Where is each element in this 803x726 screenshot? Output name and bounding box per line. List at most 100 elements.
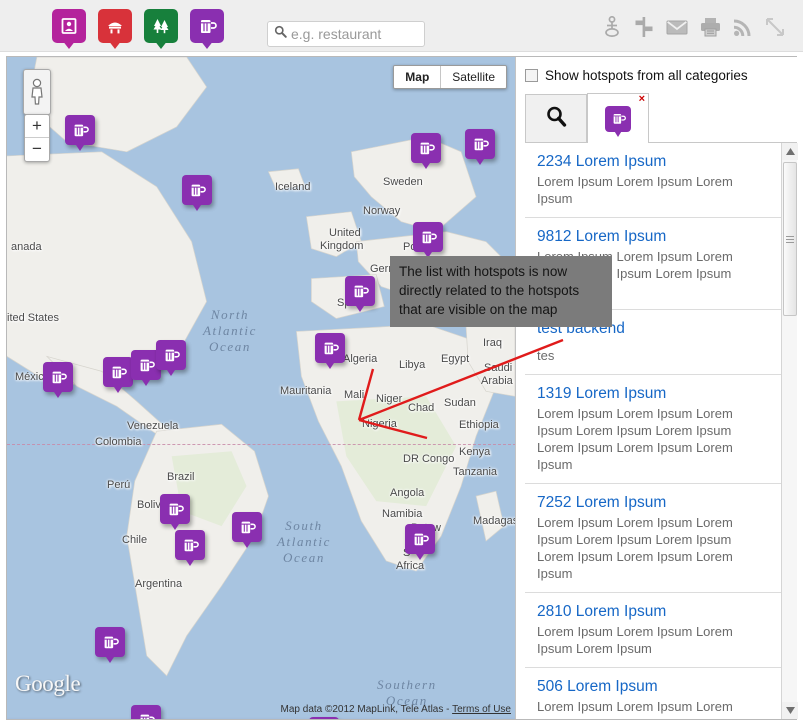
beer-mug-icon: [420, 142, 435, 155]
hotspot-title-link[interactable]: 7252 Lorem Ipsum: [537, 493, 771, 512]
beer-mug-icon: [191, 184, 206, 197]
map-marker-pin[interactable]: [95, 627, 125, 657]
top-toolbar: [0, 0, 803, 52]
directions-signpost-icon[interactable]: [634, 16, 654, 43]
hotspot-list-item[interactable]: 2234 Lorem Ipsum Lorem Ipsum Lorem Ipsum …: [525, 143, 783, 218]
beer-mug-icon: [324, 342, 339, 355]
beer-mug-icon: [354, 285, 369, 298]
scroll-up-button[interactable]: [782, 143, 798, 160]
beer-mug-icon: [241, 521, 256, 534]
search-input[interactable]: [287, 25, 474, 43]
map-marker-pin[interactable]: [160, 494, 190, 524]
scrollbar-thumb[interactable]: [783, 162, 797, 316]
streetview-pegman-icon[interactable]: [602, 15, 622, 43]
beer-mug-icon: [74, 124, 89, 137]
beer-mug-icon: [184, 539, 199, 552]
trees-icon: [153, 19, 169, 34]
main-frame: IcelandSwedenNorwayUnitedKingdomPolGermS…: [6, 56, 798, 720]
scroll-down-button[interactable]: [782, 702, 798, 719]
beer-mug-icon: [140, 359, 155, 372]
category-pin-group: [52, 9, 224, 43]
map-marker-pin[interactable]: [175, 530, 205, 560]
scrollbar-grip-icon: [786, 234, 794, 245]
beer-mug-icon: [474, 138, 489, 151]
show-all-categories-checkbox[interactable]: [525, 69, 538, 82]
category-pin-museum[interactable]: [52, 9, 86, 43]
map-marker-pin[interactable]: [65, 115, 95, 145]
hotspot-title-link[interactable]: 506 Lorem Ipsum: [537, 677, 771, 696]
beer-mug-icon: [52, 371, 67, 384]
hotspot-panel: Show hotspots from all categories × 2234…: [517, 57, 798, 719]
map-marker-pin[interactable]: [315, 333, 345, 363]
hotspot-title-link[interactable]: 9812 Lorem Ipsum: [537, 227, 771, 246]
terms-of-use-link[interactable]: Terms of Use: [452, 704, 511, 715]
show-all-categories-row: Show hotspots from all categories: [525, 68, 748, 83]
email-icon[interactable]: [666, 19, 688, 41]
map-marker-pin[interactable]: [103, 357, 133, 387]
hotspot-title-link[interactable]: 2234 Lorem Ipsum: [537, 152, 771, 171]
map-type-satellite[interactable]: Satellite: [441, 66, 506, 88]
attribution-text: Map data ©2012 MapLink, Tele Atlas -: [280, 704, 453, 715]
show-all-categories-label: Show hotspots from all categories: [545, 68, 748, 83]
hotspot-description: Lorem Ipsum Lorem Ipsum Lorem: [537, 699, 733, 714]
category-pin-park[interactable]: [144, 9, 178, 43]
hotspot-list-item[interactable]: 1319 Lorem Ipsum Lorem Ipsum Lorem Ipsum …: [525, 375, 783, 484]
category-pin-bar[interactable]: [190, 9, 224, 43]
picture-frame-icon: [61, 18, 77, 34]
print-icon[interactable]: [700, 17, 721, 42]
tab-search[interactable]: [525, 94, 587, 142]
rss-feed-icon[interactable]: [733, 17, 753, 42]
fullscreen-icon[interactable]: [765, 17, 785, 42]
map-marker-pin[interactable]: [465, 129, 495, 159]
list-scrollbar[interactable]: [781, 143, 798, 719]
beer-mug-icon: [165, 349, 180, 362]
hotspot-title-link[interactable]: 1319 Lorem Ipsum: [537, 384, 771, 403]
beer-mug-icon: [414, 533, 429, 546]
tab-close-icon[interactable]: ×: [639, 94, 645, 105]
map-marker-pin[interactable]: [182, 175, 212, 205]
hotspot-description: tes: [537, 348, 555, 363]
hotspot-description: Lorem Ipsum Lorem Ipsum Lorem Ipsum: [537, 174, 733, 206]
map-marker-pin[interactable]: [413, 222, 443, 252]
map-marker-pin[interactable]: [345, 276, 375, 306]
map-marker-pin[interactable]: [232, 512, 262, 542]
panel-tabs: ×: [525, 93, 797, 143]
map-type-map[interactable]: Map: [394, 66, 441, 88]
beer-mug-icon: [112, 366, 127, 379]
map-marker-pin[interactable]: [411, 133, 441, 163]
hotspot-list-item[interactable]: 2810 Lorem Ipsum Lorem Ipsum Lorem Ipsum …: [525, 593, 783, 668]
search-icon: [274, 25, 287, 43]
info-tooltip: The list with hotspots is now directly r…: [390, 256, 612, 327]
pegman-icon: [31, 78, 43, 105]
map-marker-pin[interactable]: [43, 362, 73, 392]
hotspot-description: Lorem Ipsum Lorem Ipsum Lorem Ipsum Lore…: [537, 515, 733, 581]
beer-mug-icon: [605, 105, 631, 132]
hotspot-list-item[interactable]: 506 Lorem Ipsum Lorem Ipsum Lorem Ipsum L…: [525, 668, 783, 719]
tab-bar-category[interactable]: ×: [587, 93, 649, 143]
map-marker-pin[interactable]: [156, 340, 186, 370]
zoom-in-button[interactable]: +: [25, 115, 49, 138]
beer-mug-icon: [104, 636, 119, 649]
streetview-control[interactable]: [23, 69, 51, 115]
pavilion-icon: [108, 22, 122, 34]
hotspot-title-link[interactable]: 2810 Lorem Ipsum: [537, 602, 771, 621]
map-attribution: Map data ©2012 MapLink, Tele Atlas - Ter…: [281, 704, 511, 715]
beer-mug-icon: [201, 20, 217, 33]
equator-line: [7, 444, 515, 445]
map-marker-pin[interactable]: [309, 717, 339, 719]
map-type-toggle: Map Satellite: [393, 65, 507, 89]
hotspot-list[interactable]: 2234 Lorem Ipsum Lorem Ipsum Lorem Ipsum …: [525, 143, 783, 719]
map-marker-pin[interactable]: [405, 524, 435, 554]
category-pin-building[interactable]: [98, 9, 132, 43]
hotspot-description: Lorem Ipsum Lorem Ipsum Lorem Ipsum Lore…: [537, 406, 733, 472]
zoom-control: + −: [24, 114, 50, 162]
beer-mug-icon: [169, 503, 184, 516]
beer-mug-icon: [422, 231, 437, 244]
hotspot-map-app: IcelandSwedenNorwayUnitedKingdomPolGermS…: [0, 0, 803, 726]
hotspot-list-item[interactable]: 7252 Lorem Ipsum Lorem Ipsum Lorem Ipsum …: [525, 484, 783, 593]
map-marker-pin[interactable]: [131, 705, 161, 719]
search-box[interactable]: [267, 21, 474, 47]
map-viewport[interactable]: IcelandSwedenNorwayUnitedKingdomPolGermS…: [7, 57, 516, 719]
zoom-out-button[interactable]: −: [25, 138, 49, 161]
search-icon: [545, 105, 567, 132]
